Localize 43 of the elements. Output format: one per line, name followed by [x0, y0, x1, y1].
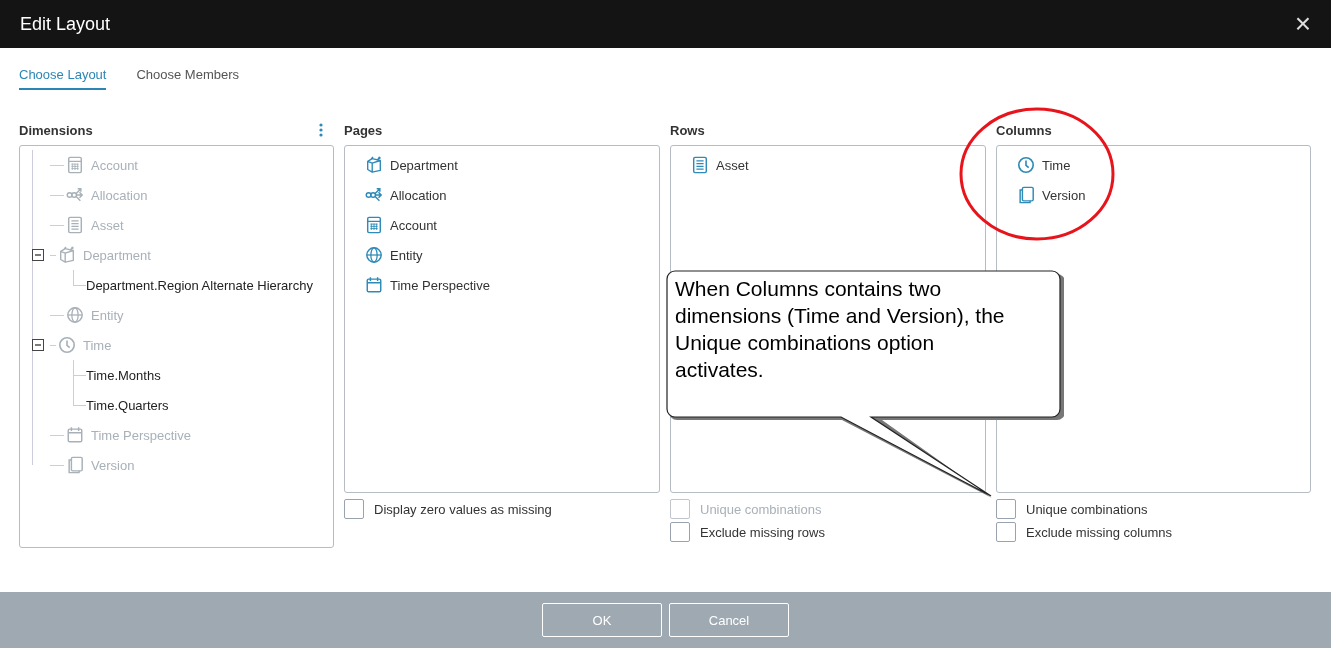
dimension-item[interactable]: Version — [1042, 187, 1086, 203]
option-label: Unique combinations — [1026, 501, 1148, 517]
share-icon — [365, 186, 383, 204]
share-icon — [66, 186, 84, 204]
panel-title: Pages — [344, 122, 383, 138]
more-options-icon[interactable] — [318, 123, 324, 137]
close-button[interactable]: × — [1294, 10, 1311, 38]
dimension-item[interactable]: Entity — [390, 247, 423, 263]
dimension-item[interactable]: Account — [390, 217, 437, 233]
dimension-item[interactable]: Asset — [716, 157, 749, 173]
list-icon — [691, 156, 709, 174]
tab[interactable]: Choose Members — [136, 64, 240, 90]
panel-title: Columns — [996, 122, 1052, 138]
checkbox[interactable] — [670, 522, 690, 542]
calendar-icon — [365, 276, 383, 294]
clock-icon — [1017, 156, 1035, 174]
window-title: Edit Layout — [20, 13, 111, 35]
calendar-icon — [66, 426, 84, 444]
calculator-icon — [365, 216, 383, 234]
checkbox[interactable] — [996, 499, 1016, 519]
option-label: Display zero values as missing — [374, 501, 552, 517]
dimension-item[interactable]: Time — [1042, 157, 1071, 173]
dimension-item[interactable]: Time Perspective — [390, 277, 490, 293]
clock-icon — [58, 336, 76, 354]
panel-title: Rows — [670, 122, 705, 138]
panel-title: Dimensions — [19, 122, 93, 138]
box-icon — [58, 246, 76, 264]
copy-icon — [1017, 186, 1035, 204]
checkbox[interactable] — [344, 499, 364, 519]
calculator-icon — [66, 156, 84, 174]
copy-icon — [66, 456, 84, 474]
list-icon — [66, 216, 84, 234]
checkbox[interactable] — [996, 522, 1016, 542]
dimension-item[interactable]: Allocation — [390, 187, 447, 203]
tab[interactable]: Choose Layout — [19, 64, 107, 90]
box-icon — [365, 156, 383, 174]
option-label: Exclude missing rows — [700, 524, 825, 540]
option-label: Unique combinations — [700, 501, 822, 517]
globe-icon — [365, 246, 383, 264]
callout-text: When Columns contains two dimensions (Time and Version), the Unique combinations option activates. — [675, 276, 1006, 383]
globe-icon — [66, 306, 84, 324]
dimension-item[interactable]: Department — [390, 157, 458, 173]
option-label: Exclude missing columns — [1026, 524, 1172, 540]
